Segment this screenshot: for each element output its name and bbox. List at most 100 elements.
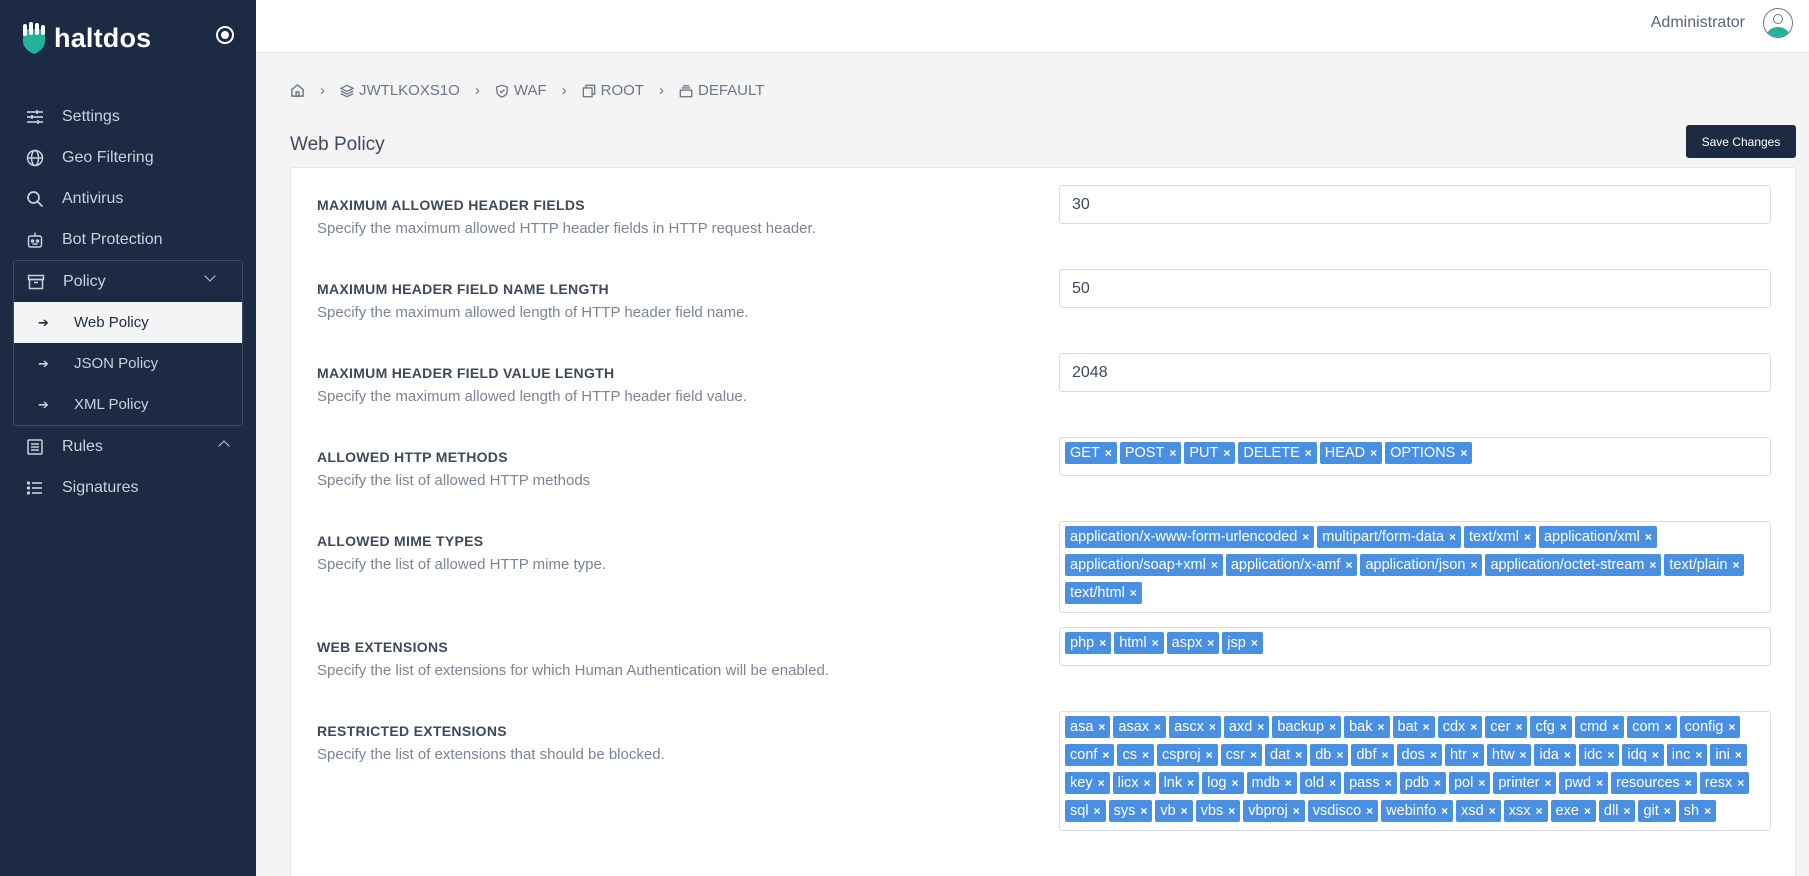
brand[interactable]: haltdos xyxy=(0,0,256,76)
allowed-methods-tag-input[interactable]: GET × POST × PUT × DELETE × HEAD × OPTIONS × xyxy=(1059,437,1771,476)
remove-tag-icon[interactable]: × xyxy=(1211,558,1218,572)
remove-tag-icon[interactable]: × xyxy=(1251,636,1258,650)
remove-tag-icon[interactable]: × xyxy=(1519,748,1526,762)
sidebar-item-signatures[interactable]: Signatures xyxy=(0,467,256,508)
remove-tag-icon[interactable]: × xyxy=(1094,804,1101,818)
remove-tag-icon[interactable]: × xyxy=(1377,720,1384,734)
remove-tag-icon[interactable]: × xyxy=(1652,748,1659,762)
remove-tag-icon[interactable]: × xyxy=(1366,804,1373,818)
max-name-length-input[interactable]: 50 xyxy=(1059,269,1771,308)
breadcrumb-item[interactable]: JWTLKOXS1O xyxy=(340,82,460,99)
remove-tag-icon[interactable]: × xyxy=(1098,776,1105,790)
remove-tag-icon[interactable]: × xyxy=(1305,446,1312,460)
remove-tag-icon[interactable]: × xyxy=(1732,558,1739,572)
user-name[interactable]: Administrator xyxy=(1651,14,1745,32)
breadcrumb-item[interactable]: ROOT xyxy=(582,82,644,99)
remove-tag-icon[interactable]: × xyxy=(1449,530,1456,544)
remove-tag-icon[interactable]: × xyxy=(1102,748,1109,762)
remove-tag-icon[interactable]: × xyxy=(1544,776,1551,790)
remove-tag-icon[interactable]: × xyxy=(1596,776,1603,790)
remove-tag-icon[interactable]: × xyxy=(1370,446,1377,460)
sidebar-item-geo-filtering[interactable]: Geo Filtering xyxy=(0,137,256,178)
remove-tag-icon[interactable]: × xyxy=(1564,748,1571,762)
remove-tag-icon[interactable]: × xyxy=(1430,748,1437,762)
remove-tag-icon[interactable]: × xyxy=(1441,804,1448,818)
sidebar-item-antivirus[interactable]: Antivirus xyxy=(0,178,256,219)
save-changes-button[interactable]: Save Changes xyxy=(1686,125,1796,158)
sidebar-subitem-web-policy[interactable]: ➔ Web Policy xyxy=(14,302,242,343)
breadcrumb-item[interactable]: DEFAULT xyxy=(679,82,764,99)
remove-tag-icon[interactable]: × xyxy=(1169,446,1176,460)
remove-tag-icon[interactable]: × xyxy=(1142,748,1149,762)
remove-tag-icon[interactable]: × xyxy=(1105,446,1112,460)
remove-tag-icon[interactable]: × xyxy=(1489,804,1496,818)
remove-tag-icon[interactable]: × xyxy=(1295,748,1302,762)
breadcrumb-home[interactable] xyxy=(290,83,305,98)
sidebar-subitem-json-policy[interactable]: ➔ JSON Policy xyxy=(14,343,242,384)
remove-tag-icon[interactable]: × xyxy=(1099,636,1106,650)
remove-tag-icon[interactable]: × xyxy=(1285,776,1292,790)
sidebar-item-settings[interactable]: Settings xyxy=(0,96,256,137)
breadcrumb-item[interactable]: WAF xyxy=(495,82,547,99)
remove-tag-icon[interactable]: × xyxy=(1645,530,1652,544)
remove-tag-icon[interactable]: × xyxy=(1423,720,1430,734)
remove-tag-icon[interactable]: × xyxy=(1735,748,1742,762)
sidebar-subitem-xml-policy[interactable]: ➔ XML Policy xyxy=(14,384,242,425)
remove-tag-icon[interactable]: × xyxy=(1434,776,1441,790)
remove-tag-icon[interactable]: × xyxy=(1649,558,1656,572)
remove-tag-icon[interactable]: × xyxy=(1228,804,1235,818)
web-extensions-tag-input[interactable]: php × html × aspx × jsp × xyxy=(1059,627,1771,666)
remove-tag-icon[interactable]: × xyxy=(1382,748,1389,762)
remove-tag-icon[interactable]: × xyxy=(1302,530,1309,544)
remove-tag-icon[interactable]: × xyxy=(1209,720,1216,734)
remove-tag-icon[interactable]: × xyxy=(1223,446,1230,460)
remove-tag-icon[interactable]: × xyxy=(1704,804,1711,818)
sidebar-item-bot-protection[interactable]: Bot Protection xyxy=(0,219,256,260)
remove-tag-icon[interactable]: × xyxy=(1737,776,1744,790)
avatar[interactable] xyxy=(1763,8,1793,38)
remove-tag-icon[interactable]: × xyxy=(1515,720,1522,734)
remove-tag-icon[interactable]: × xyxy=(1470,558,1477,572)
remove-tag-icon[interactable]: × xyxy=(1152,636,1159,650)
remove-tag-icon[interactable]: × xyxy=(1206,748,1213,762)
remove-tag-icon[interactable]: × xyxy=(1472,748,1479,762)
remove-tag-icon[interactable]: × xyxy=(1329,776,1336,790)
remove-tag-icon[interactable]: × xyxy=(1250,748,1257,762)
remove-tag-icon[interactable]: × xyxy=(1560,720,1567,734)
remove-tag-icon[interactable]: × xyxy=(1293,804,1300,818)
sidebar-item-rules[interactable]: Rules xyxy=(0,426,256,467)
remove-tag-icon[interactable]: × xyxy=(1098,720,1105,734)
remove-tag-icon[interactable]: × xyxy=(1140,804,1147,818)
allowed-mime-tag-input[interactable]: application/x-www-form-urlencoded × multip… xyxy=(1059,521,1771,613)
remove-tag-icon[interactable]: × xyxy=(1130,586,1137,600)
max-value-length-input[interactable]: 2048 xyxy=(1059,353,1771,392)
remove-tag-icon[interactable]: × xyxy=(1695,748,1702,762)
remove-tag-icon[interactable]: × xyxy=(1154,720,1161,734)
remove-tag-icon[interactable]: × xyxy=(1207,636,1214,650)
remove-tag-icon[interactable]: × xyxy=(1345,558,1352,572)
remove-tag-icon[interactable]: × xyxy=(1536,804,1543,818)
remove-tag-icon[interactable]: × xyxy=(1336,748,1343,762)
remove-tag-icon[interactable]: × xyxy=(1607,748,1614,762)
remove-tag-icon[interactable]: × xyxy=(1665,720,1672,734)
remove-tag-icon[interactable]: × xyxy=(1612,720,1619,734)
sidebar-item-policy[interactable]: Policy xyxy=(14,261,242,302)
remove-tag-icon[interactable]: × xyxy=(1728,720,1735,734)
remove-tag-icon[interactable]: × xyxy=(1144,776,1151,790)
max-header-fields-input[interactable]: 30 xyxy=(1059,185,1771,224)
remove-tag-icon[interactable]: × xyxy=(1478,776,1485,790)
remove-tag-icon[interactable]: × xyxy=(1460,446,1467,460)
remove-tag-icon[interactable]: × xyxy=(1623,804,1630,818)
remove-tag-icon[interactable]: × xyxy=(1584,804,1591,818)
remove-tag-icon[interactable]: × xyxy=(1385,776,1392,790)
remove-tag-icon[interactable]: × xyxy=(1329,720,1336,734)
sidebar-toggle-icon[interactable] xyxy=(216,26,234,44)
remove-tag-icon[interactable]: × xyxy=(1231,776,1238,790)
remove-tag-icon[interactable]: × xyxy=(1664,804,1671,818)
remove-tag-icon[interactable]: × xyxy=(1470,720,1477,734)
restricted-extensions-tag-input[interactable]: asa × asax × ascx × axd × backup × bak × bat × cdx × cer… xyxy=(1059,711,1771,831)
remove-tag-icon[interactable]: × xyxy=(1685,776,1692,790)
remove-tag-icon[interactable]: × xyxy=(1524,530,1531,544)
remove-tag-icon[interactable]: × xyxy=(1257,720,1264,734)
remove-tag-icon[interactable]: × xyxy=(1181,804,1188,818)
